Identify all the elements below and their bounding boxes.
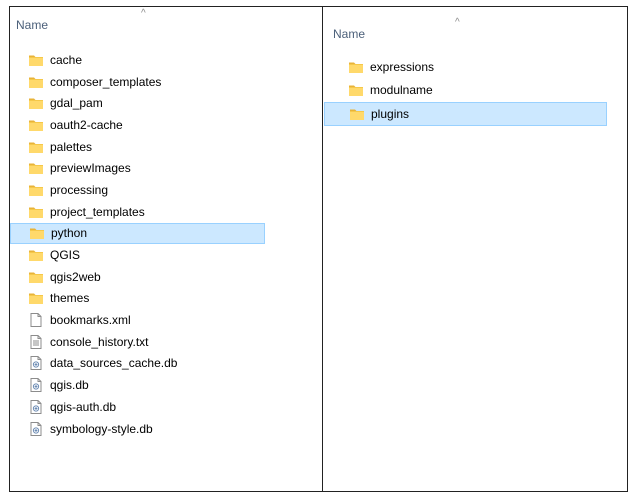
folder-item-gdal-pam[interactable]: gdal_pam [10, 92, 265, 114]
blank-file-icon [28, 312, 44, 328]
item-name: themes [50, 291, 90, 306]
db-file-icon [28, 355, 44, 371]
db-file-icon [28, 421, 44, 437]
folder-icon [28, 182, 44, 198]
folder-icon [28, 204, 44, 220]
folder-icon [28, 117, 44, 133]
file-list: cache composer_templates gdal_pam oauth2-ca… [10, 49, 265, 439]
folder-icon [28, 160, 44, 176]
folder-item-plugins[interactable]: plugins [324, 102, 607, 126]
right-file-pane: ^ Name expressions modulname plugins [324, 7, 627, 126]
file-item-symbology-style-db[interactable]: symbology-style.db [10, 418, 265, 440]
file-list: expressions modulname plugins [324, 55, 607, 126]
folder-item-previewimages[interactable]: previewImages [10, 157, 265, 179]
folder-item-palettes[interactable]: palettes [10, 136, 265, 158]
item-name: gdal_pam [50, 96, 103, 111]
folder-icon [348, 82, 364, 98]
folder-item-processing[interactable]: processing [10, 179, 265, 201]
folder-icon [349, 106, 365, 122]
sort-ascending-icon: ^ [455, 17, 460, 28]
folder-icon [28, 139, 44, 155]
item-name: qgis2web [50, 269, 101, 284]
folder-icon [28, 269, 44, 285]
file-item-qgis-auth-db[interactable]: qgis-auth.db [10, 396, 265, 418]
column-header-label: Name [16, 18, 49, 32]
file-item-data-sources-cache-db[interactable]: data_sources_cache.db [10, 353, 265, 375]
folder-icon [28, 52, 44, 68]
name-column-header[interactable]: ^ Name [10, 7, 321, 35]
folder-item-oauth2-cache[interactable]: oauth2-cache [10, 114, 265, 136]
folder-icon [28, 74, 44, 90]
pane-divider [322, 6, 323, 492]
item-name: QGIS [50, 248, 81, 263]
name-column-header[interactable]: ^ Name [324, 7, 627, 42]
folder-item-cache[interactable]: cache [10, 49, 265, 71]
item-name: palettes [50, 139, 93, 154]
item-name: qgis-auth.db [50, 399, 117, 414]
item-name: composer_templates [50, 74, 162, 89]
item-name: data_sources_cache.db [50, 356, 178, 371]
item-name: expressions [370, 59, 435, 74]
text-file-icon [28, 334, 44, 350]
db-file-icon [28, 399, 44, 415]
item-name: python [51, 226, 88, 241]
sort-ascending-icon: ^ [141, 8, 146, 19]
file-item-qgis-db[interactable]: qgis.db [10, 374, 265, 396]
item-name: oauth2-cache [50, 117, 123, 132]
folder-item-modulname[interactable]: modulname [324, 79, 607, 103]
folder-icon [28, 247, 44, 263]
folder-item-qgis[interactable]: QGIS [10, 244, 265, 266]
item-name: project_templates [50, 204, 145, 219]
item-name: processing [50, 182, 109, 197]
item-name: qgis.db [50, 378, 89, 393]
folder-icon [28, 95, 44, 111]
file-item-console-history-txt[interactable]: console_history.txt [10, 331, 265, 353]
item-name: symbology-style.db [50, 421, 153, 436]
folder-item-themes[interactable]: themes [10, 288, 265, 310]
column-header-label: Name [333, 27, 366, 41]
item-name: modulname [370, 83, 433, 98]
item-name: cache [50, 52, 83, 67]
folder-icon [29, 225, 45, 241]
item-name: plugins [371, 106, 410, 121]
folder-icon [348, 59, 364, 75]
folder-item-project-templates[interactable]: project_templates [10, 201, 265, 223]
item-name: console_history.txt [50, 334, 149, 349]
left-file-pane: ^ Name cache composer_templates gdal_pamoa… [10, 7, 321, 436]
item-name: previewImages [50, 161, 131, 176]
item-name: bookmarks.xml [50, 313, 131, 328]
folder-item-qgis2web[interactable]: qgis2web [10, 266, 265, 288]
folder-item-python[interactable]: python [10, 222, 265, 245]
file-item-bookmarks-xml[interactable]: bookmarks.xml [10, 309, 265, 331]
db-file-icon [28, 377, 44, 393]
folder-item-composer-templates[interactable]: composer_templates [10, 71, 265, 93]
folder-item-expressions[interactable]: expressions [324, 55, 607, 79]
folder-icon [28, 290, 44, 306]
